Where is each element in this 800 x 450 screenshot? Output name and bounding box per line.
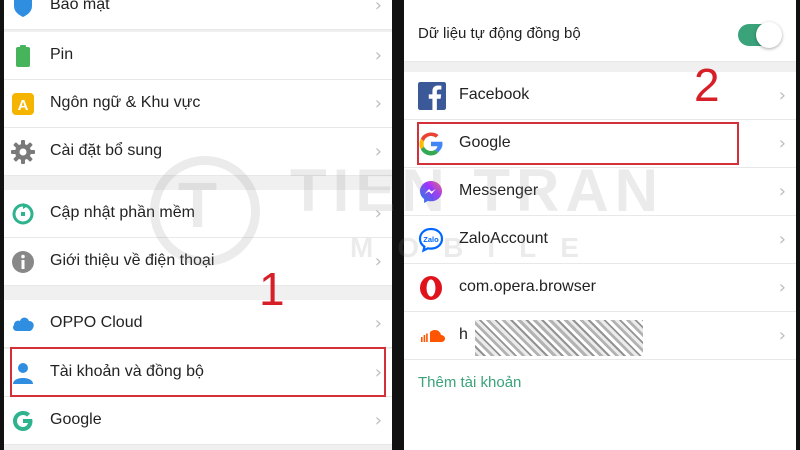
settings-item-language[interactable]: A Ngôn ngữ & Khu vực › [4, 80, 392, 128]
chevron-right-icon: › [374, 0, 382, 16]
chevron-right-icon: › [778, 277, 786, 298]
chevron-right-icon: › [778, 133, 786, 154]
svg-text:Zalo: Zalo [423, 235, 439, 244]
settings-item-label: Bảo mật [50, 0, 110, 13]
auto-sync-toggle[interactable] [738, 22, 782, 48]
zalo-icon: Zalo [418, 227, 444, 253]
account-item-messenger[interactable]: Messenger › [404, 168, 796, 216]
settings-item-label: Pin [50, 46, 74, 63]
settings-item-label: OPPO Cloud [50, 314, 143, 331]
settings-item-google[interactable]: Google › [4, 397, 392, 445]
settings-item-label: Ngôn ngữ & Khu vực [50, 94, 201, 111]
settings-item-oppo-cloud[interactable]: OPPO Cloud › [4, 300, 392, 348]
account-item-label: Messenger [459, 182, 539, 199]
language-icon: A [12, 93, 34, 115]
step-number: 2 [694, 59, 720, 111]
settings-item-label: Cập nhật phần mềm [50, 204, 195, 221]
highlight-box [10, 347, 386, 397]
auto-sync-row: Dữ liệu tự động đồng bộ [404, 0, 796, 62]
step-number: 1 [259, 263, 285, 315]
settings-item-additional[interactable]: Cài đặt bổ sung › [4, 128, 392, 176]
cloud-icon [13, 317, 34, 331]
chevron-right-icon: › [778, 85, 786, 106]
info-icon [12, 251, 34, 273]
opera-icon [420, 276, 442, 300]
chevron-right-icon: › [374, 251, 382, 272]
settings-panel: Bảo mật › Pin › A Ngôn ngữ & Khu vực › C… [4, 0, 392, 450]
settings-item-label: Google [50, 411, 102, 428]
settings-item-label: Giới thiệu về điện thoại [50, 252, 215, 269]
facebook-icon [418, 82, 446, 110]
account-item-opera[interactable]: com.opera.browser › [404, 264, 796, 312]
battery-icon [16, 45, 30, 67]
soundcloud-icon [421, 330, 445, 342]
account-item-zalo[interactable]: Zalo ZaloAccount › [404, 216, 796, 264]
chevron-right-icon: › [374, 410, 382, 431]
chevron-right-icon: › [374, 141, 382, 162]
toggle-knob [756, 22, 782, 48]
gear-icon [11, 140, 35, 164]
messenger-icon [420, 181, 442, 203]
settings-item-battery[interactable]: Pin › [4, 32, 392, 80]
svg-text:A: A [18, 97, 29, 114]
account-item-label: com.opera.browser [459, 278, 596, 295]
update-icon [12, 203, 34, 225]
shield-icon [14, 0, 32, 17]
highlight-box [417, 122, 739, 165]
chevron-right-icon: › [778, 229, 786, 250]
chevron-right-icon: › [374, 93, 382, 114]
settings-item-about-phone[interactable]: Giới thiệu về điện thoại › [4, 238, 392, 286]
add-account-link[interactable]: Thêm tài khoản [418, 374, 521, 391]
chevron-right-icon: › [374, 45, 382, 66]
chevron-right-icon: › [374, 313, 382, 334]
google-icon [13, 411, 33, 431]
chevron-right-icon: › [778, 325, 786, 346]
settings-item-software-update[interactable]: Cập nhật phần mềm › [4, 190, 392, 238]
chevron-right-icon: › [778, 181, 786, 202]
account-item-label: Facebook [459, 86, 530, 103]
accounts-panel: Dữ liệu tự động đồng bộ Facebook › Googl… [404, 0, 796, 450]
account-item-label: h [459, 326, 468, 343]
account-item-facebook[interactable]: Facebook › [404, 72, 796, 120]
account-item-label: ZaloAccount [459, 230, 548, 247]
settings-item-label: Cài đặt bổ sung [50, 142, 163, 159]
settings-item-security[interactable]: Bảo mật › [4, 0, 392, 30]
auto-sync-label: Dữ liệu tự động đồng bộ [418, 25, 581, 42]
chevron-right-icon: › [374, 203, 382, 224]
blurred-account-name [475, 320, 643, 356]
